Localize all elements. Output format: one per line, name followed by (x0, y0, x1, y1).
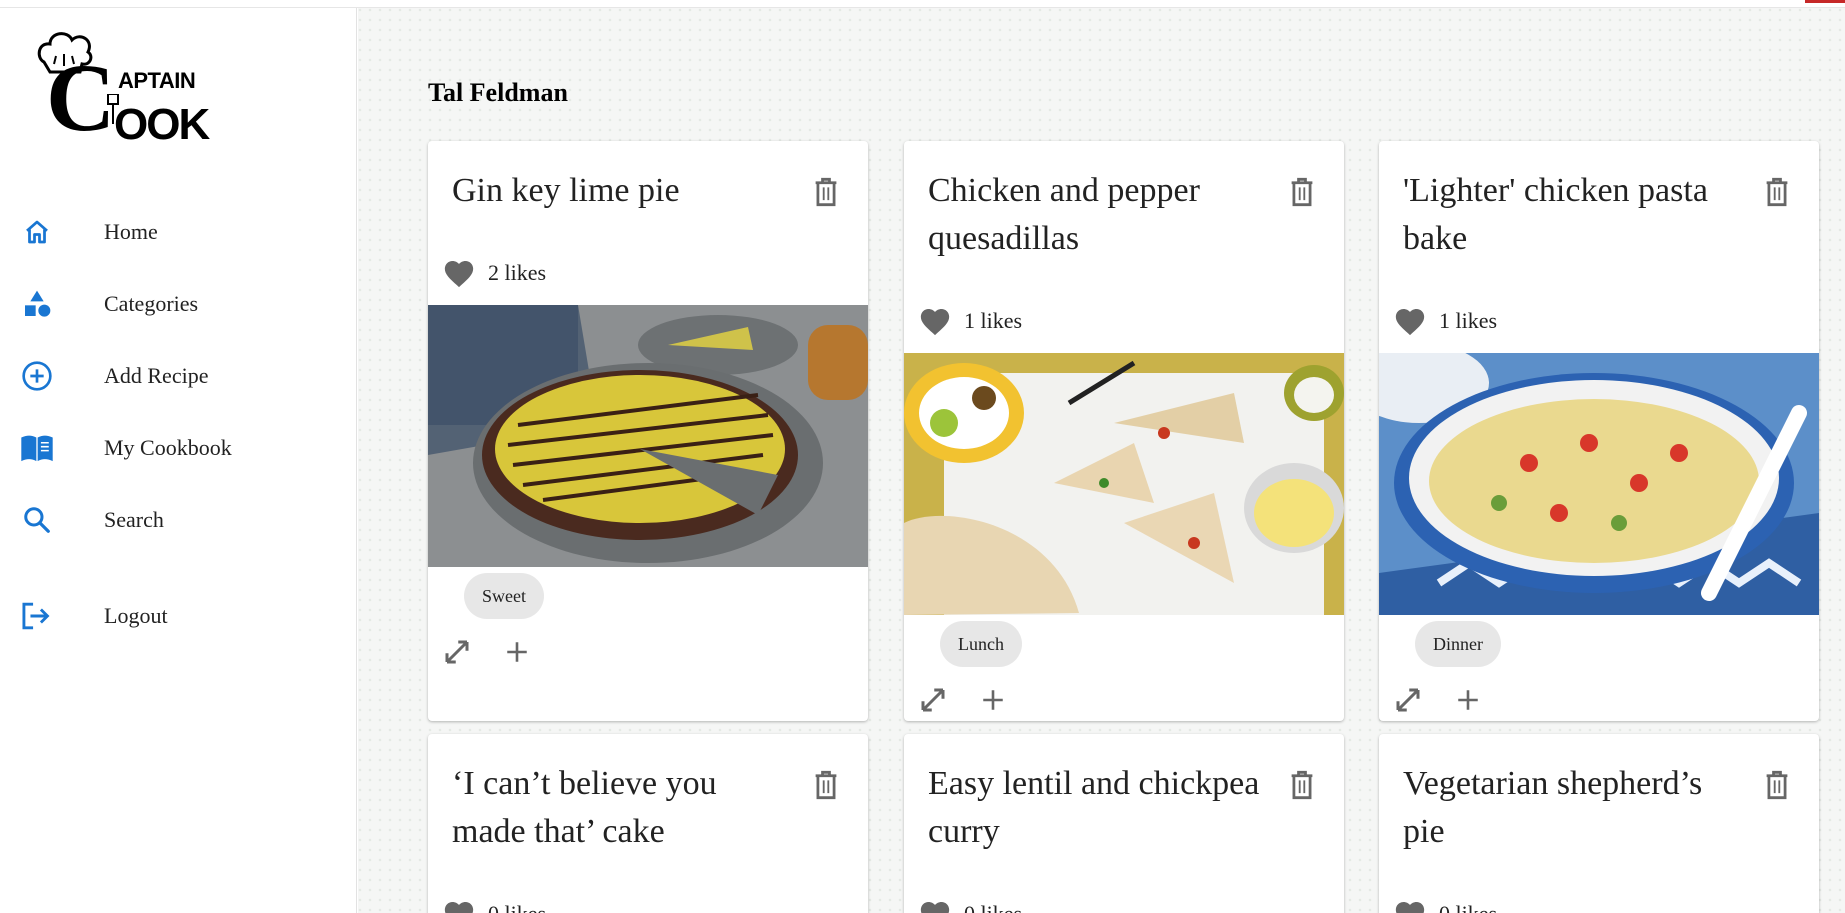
add-to-cookbook-icon[interactable] (976, 683, 1010, 717)
delete-trash-icon[interactable] (1763, 770, 1791, 800)
likes-count: 0 likes (488, 901, 546, 913)
recipe-image-pasta-bake[interactable] (1379, 353, 1819, 615)
likes-row: 1 likes (1393, 305, 1497, 337)
search-icon (20, 503, 54, 537)
delete-trash-icon[interactable] (812, 770, 840, 800)
shapes-icon (20, 287, 54, 321)
captain-cook-logo[interactable]: C APTAIN OOK (36, 28, 210, 156)
sidebar-item-search[interactable]: Search (0, 492, 357, 548)
sidebar-item-my-cookbook[interactable]: My Cookbook (0, 420, 357, 476)
logout-icon (20, 599, 54, 633)
likes-count: 1 likes (964, 308, 1023, 333)
likes-row: 0 likes (1393, 898, 1497, 913)
heart-icon[interactable] (442, 257, 476, 289)
add-to-cookbook-icon[interactable] (1451, 683, 1485, 717)
sidebar-item-home[interactable]: Home (0, 204, 357, 260)
category-chip[interactable]: Sweet (464, 573, 544, 619)
main-content: Tal Feldman Gin key lime pie 2 likes Swe… (358, 8, 1845, 913)
likes-row: 0 likes (918, 898, 1022, 913)
recipe-card[interactable]: Vegetarian shepherd’s pie 0 likes (1379, 734, 1819, 913)
home-icon (20, 215, 54, 249)
recipe-card[interactable]: ‘I can’t believe you made that’ cake 0 l… (428, 734, 868, 913)
expand-icon[interactable] (916, 683, 950, 717)
sidebar: C APTAIN OOK Home Categories Add Recipe (0, 8, 357, 913)
recipe-image-quesadillas[interactable] (904, 353, 1344, 615)
likes-row: 1 likes (918, 305, 1022, 337)
category-chip[interactable]: Dinner (1415, 621, 1501, 667)
likes-row: 2 likes (442, 257, 546, 289)
recipe-title: Gin key lime pie (452, 172, 680, 209)
delete-trash-icon[interactable] (1288, 770, 1316, 800)
likes-count: 0 likes (1439, 901, 1497, 913)
recipe-title: ‘I can’t believe you made that’ cake (452, 765, 717, 850)
delete-trash-icon[interactable] (1763, 177, 1791, 207)
expand-icon[interactable] (440, 635, 474, 669)
logo-letter-c: C (46, 44, 116, 151)
add-circle-icon (20, 359, 54, 393)
sidebar-item-label: Home (104, 219, 158, 244)
recipe-card[interactable]: Chicken and pepper quesadillas 1 likes L… (904, 141, 1344, 721)
delete-trash-icon[interactable] (812, 177, 840, 207)
recipe-title: Chicken and pepper quesadillas (928, 172, 1200, 257)
heart-icon[interactable] (918, 305, 952, 337)
sidebar-item-label: Search (104, 507, 164, 532)
spatula-icon (107, 94, 119, 124)
add-to-cookbook-icon[interactable] (500, 635, 534, 669)
cookbook-owner-name: Tal Feldman (428, 78, 568, 107)
recipe-card[interactable]: Easy lentil and chickpea curry 0 likes (904, 734, 1344, 913)
heart-icon[interactable] (918, 898, 952, 913)
recipe-card[interactable]: 'Lighter' chicken pasta bake 1 likes Din… (1379, 141, 1819, 721)
recipe-image-lime-pie[interactable] (428, 305, 868, 567)
recipe-title: 'Lighter' chicken pasta bake (1403, 172, 1708, 257)
delete-trash-icon[interactable] (1288, 177, 1316, 207)
browser-top-edge (0, 0, 1845, 8)
expand-icon[interactable] (1391, 683, 1425, 717)
recipe-title: Easy lentil and chickpea curry (928, 765, 1260, 850)
likes-count: 1 likes (1439, 308, 1498, 333)
heart-icon[interactable] (1393, 898, 1427, 913)
sidebar-item-logout[interactable]: Logout (0, 588, 357, 644)
likes-count: 2 likes (488, 260, 547, 285)
sidebar-item-label: My Cookbook (104, 435, 232, 460)
recipe-title: Vegetarian shepherd’s pie (1403, 765, 1703, 850)
likes-count: 0 likes (964, 901, 1022, 913)
likes-row: 0 likes (442, 898, 546, 913)
sidebar-item-label: Categories (104, 291, 199, 316)
logo-text-ook: OOK (114, 100, 210, 149)
window-accent (1805, 0, 1845, 3)
sidebar-item-label: Logout (104, 603, 168, 628)
logo-text-aptain: APTAIN (118, 68, 196, 93)
book-icon (20, 431, 54, 465)
heart-icon[interactable] (442, 898, 476, 913)
sidebar-item-categories[interactable]: Categories (0, 276, 357, 332)
category-chip[interactable]: Lunch (940, 621, 1022, 667)
heart-icon[interactable] (1393, 305, 1427, 337)
sidebar-item-add-recipe[interactable]: Add Recipe (0, 348, 357, 404)
recipe-card[interactable]: Gin key lime pie 2 likes Sweet (428, 141, 868, 721)
sidebar-item-label: Add Recipe (104, 363, 209, 388)
